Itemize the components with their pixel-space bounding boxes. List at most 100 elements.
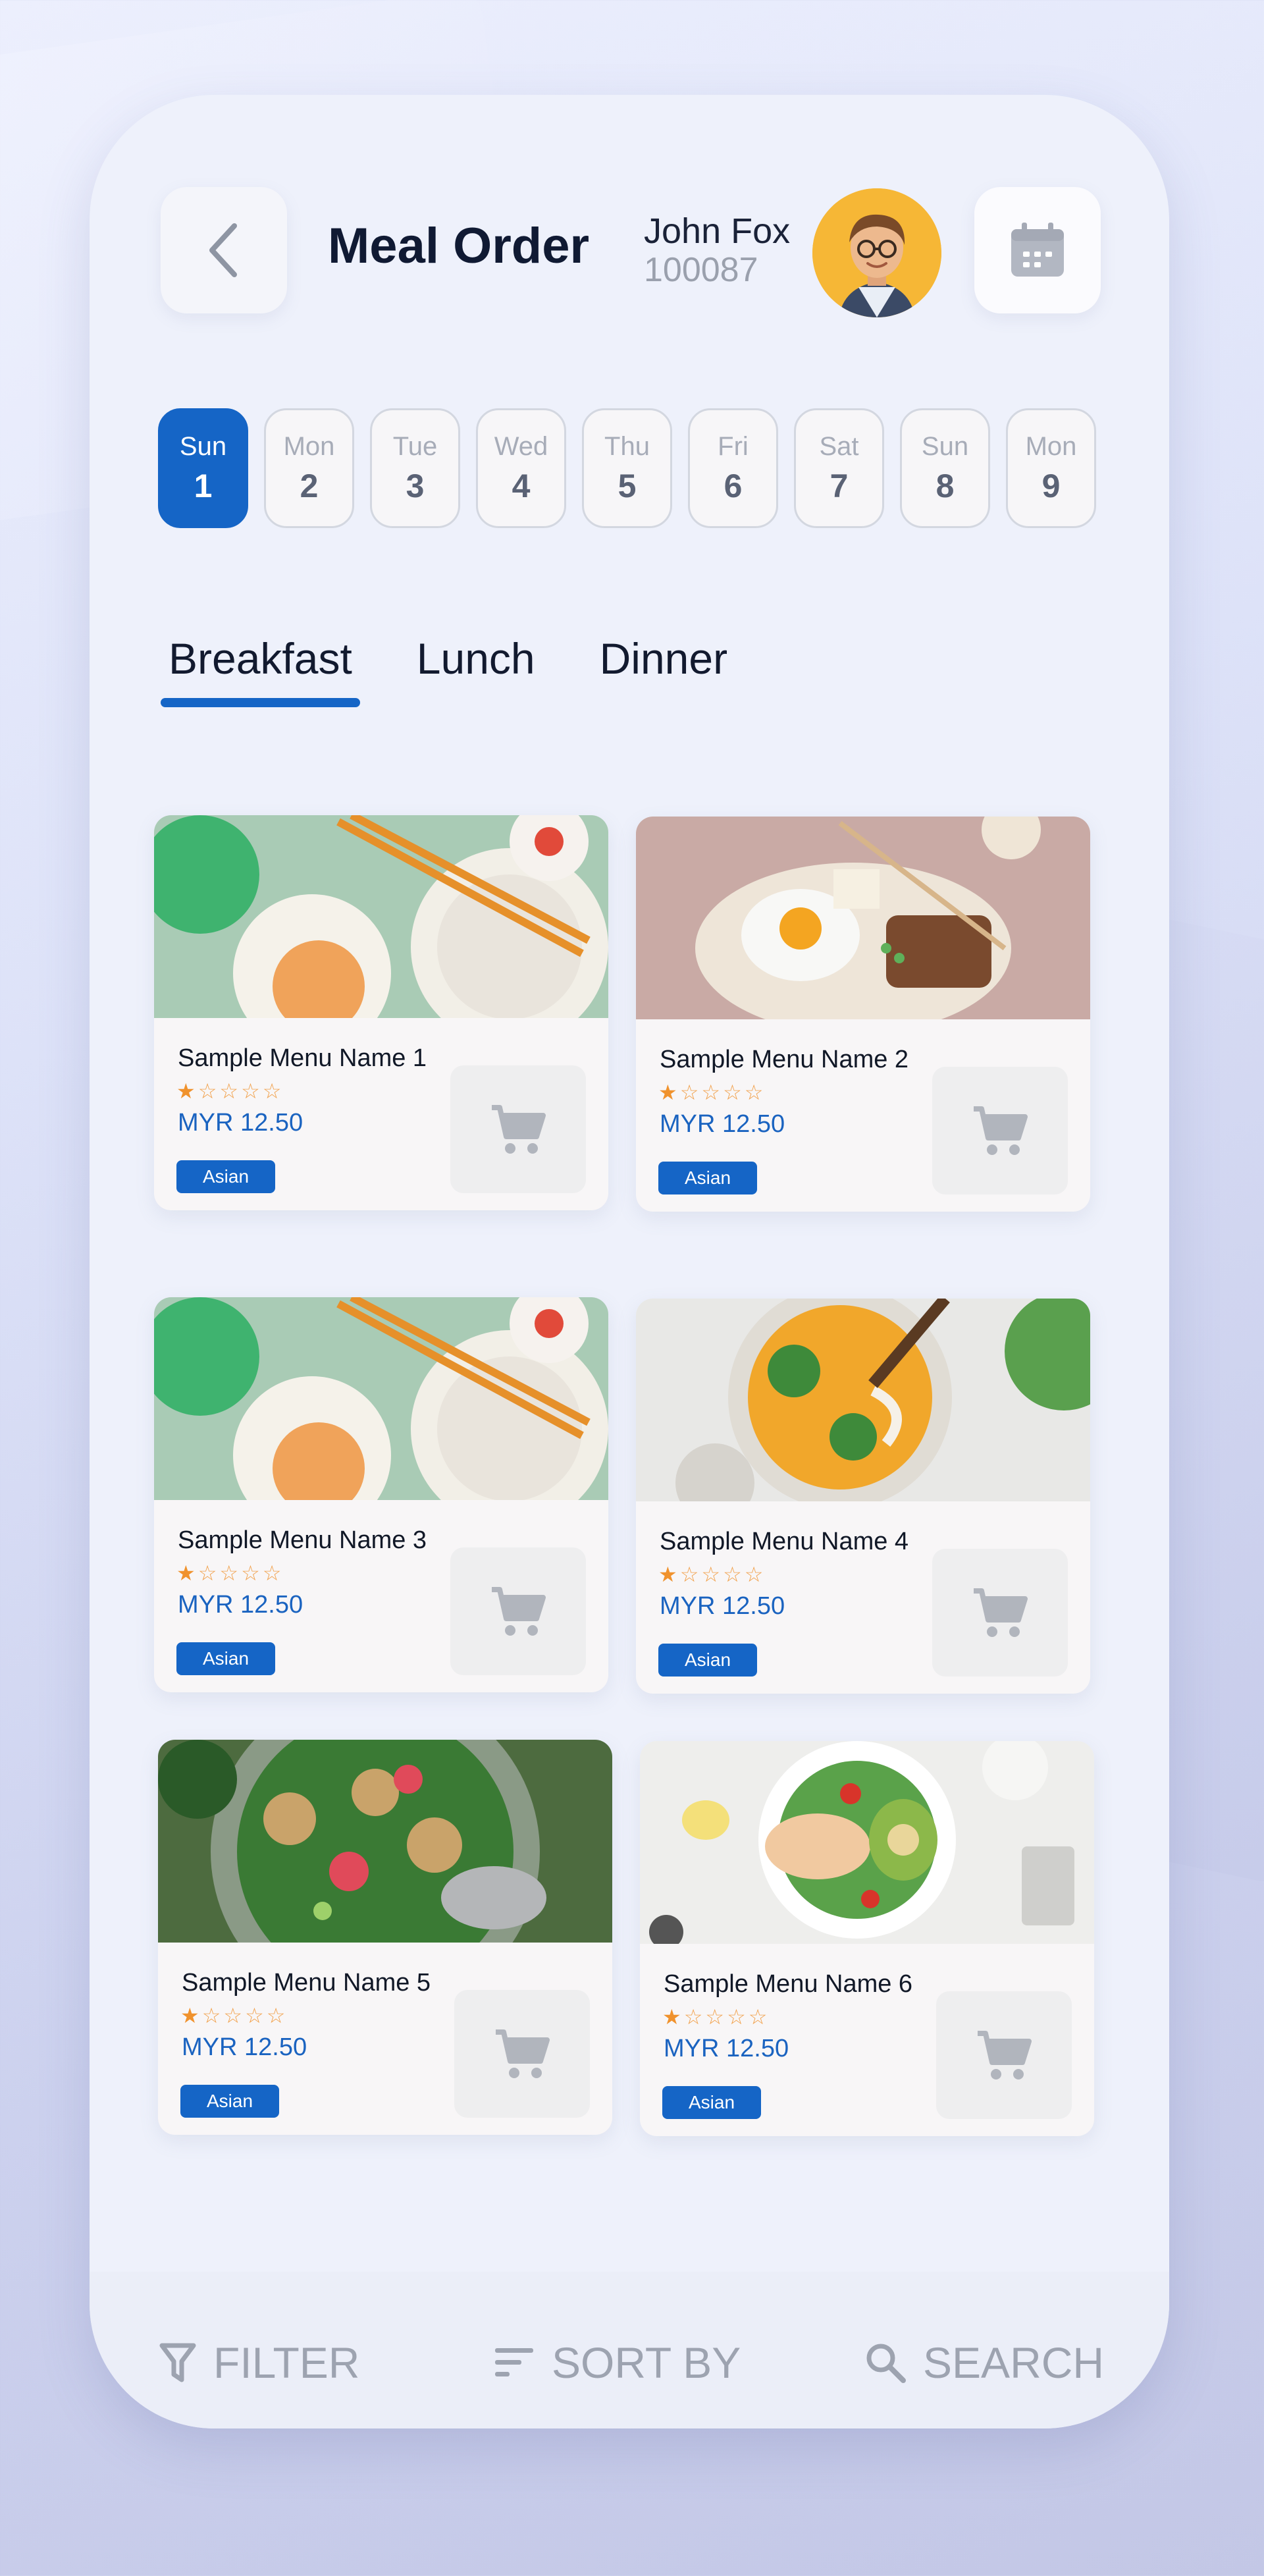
rating-stars: ★☆☆☆☆ <box>176 1079 284 1103</box>
cuisine-tag: Asian <box>176 1642 275 1675</box>
cuisine-tag: Asian <box>658 1644 757 1677</box>
shopping-cart-icon <box>978 2031 1032 2080</box>
day-name: Mon <box>283 431 335 461</box>
day-name: Tue <box>392 431 438 461</box>
menu-card[interactable]: Sample Menu Name 6 ★☆☆☆☆ MYR 12.50 Asian <box>640 1741 1094 2136</box>
day-date: 7 <box>830 467 849 504</box>
rating-stars: ★☆☆☆☆ <box>176 1561 284 1585</box>
menu-card[interactable]: Sample Menu Name 5 ★☆☆☆☆ MYR 12.50 Asian <box>158 1740 612 2135</box>
food-photo <box>636 817 1090 1019</box>
add-to-cart-button[interactable] <box>450 1547 586 1675</box>
day-date: 1 <box>194 467 213 504</box>
day-date: 5 <box>618 467 637 504</box>
day-name: Fri <box>718 431 749 461</box>
rating-stars: ★☆☆☆☆ <box>658 1563 766 1586</box>
tab-lunch[interactable]: Lunch <box>409 633 543 684</box>
filter-icon <box>159 2343 196 2382</box>
menu-card[interactable]: Sample Menu Name 3 ★☆☆☆☆ MYR 12.50 Asian <box>154 1297 608 1692</box>
menu-card[interactable]: Sample Menu Name 4 ★☆☆☆☆ MYR 12.50 Asian <box>636 1299 1090 1694</box>
day-date: 3 <box>406 467 425 504</box>
bottom-toolbar: FILTER SORT BY SEARCH <box>90 2272 1169 2428</box>
food-photo <box>154 1297 608 1500</box>
menu-item-price: MYR 12.50 <box>664 2035 789 2062</box>
shopping-cart-icon <box>492 1587 546 1636</box>
rating-stars: ★☆☆☆☆ <box>662 2005 770 2029</box>
back-button[interactable] <box>161 187 287 313</box>
add-to-cart-button[interactable] <box>932 1067 1068 1194</box>
day-selector: Sun 1 Mon 2 Tue 3 Wed 4 Thu 5 Fri 6 Sat 7 Sun 8 … <box>158 408 1096 528</box>
day-chip[interactable]: Wed 4 <box>476 408 566 528</box>
shopping-cart-icon <box>974 1588 1028 1637</box>
add-to-cart-button[interactable] <box>932 1549 1068 1677</box>
day-name: Wed <box>494 431 548 461</box>
chevron-left-icon <box>209 223 237 277</box>
day-chip[interactable]: Sun 1 <box>158 408 248 528</box>
day-date: 8 <box>935 467 955 504</box>
avatar[interactable] <box>812 188 941 317</box>
shopping-cart-icon <box>492 1105 546 1154</box>
avatar-image <box>812 188 941 317</box>
day-chip[interactable]: Thu 5 <box>582 408 672 528</box>
day-date: 2 <box>300 467 319 504</box>
menu-card[interactable]: Sample Menu Name 1 ★☆☆☆☆ MYR 12.50 Asian <box>154 815 608 1210</box>
rating-stars: ★☆☆☆☆ <box>658 1081 766 1104</box>
day-chip[interactable]: Sat 7 <box>794 408 884 528</box>
menu-item-price: MYR 12.50 <box>178 1591 303 1619</box>
menu-item-name: Sample Menu Name 1 <box>178 1044 427 1072</box>
menu-item-price: MYR 12.50 <box>182 2033 307 2061</box>
menu-item-name: Sample Menu Name 3 <box>178 1526 427 1554</box>
menu-item-price: MYR 12.50 <box>660 1110 785 1138</box>
day-chip[interactable]: Sun 8 <box>900 408 990 528</box>
day-date: 4 <box>512 467 531 504</box>
search-label: SEARCH <box>923 2338 1105 2387</box>
food-photo <box>640 1741 1094 1944</box>
food-photo <box>158 1740 612 1943</box>
meal-tabs: Breakfast Lunch Dinner <box>161 633 784 707</box>
day-name: Mon <box>1025 431 1077 461</box>
cuisine-tag: Asian <box>180 2085 279 2118</box>
filter-button[interactable]: FILTER <box>159 2338 359 2388</box>
add-to-cart-button[interactable] <box>936 1991 1072 2119</box>
filter-label: FILTER <box>213 2338 360 2387</box>
calendar-button[interactable] <box>974 187 1101 313</box>
tab-breakfast[interactable]: Breakfast <box>161 633 360 707</box>
tab-dinner[interactable]: Dinner <box>592 633 735 684</box>
calendar-icon <box>1011 223 1064 277</box>
day-name: Thu <box>604 431 650 461</box>
shopping-cart-icon <box>974 1106 1028 1155</box>
menu-item-name: Sample Menu Name 6 <box>664 1970 913 1998</box>
sort-icon <box>495 2348 533 2376</box>
menu-item-price: MYR 12.50 <box>660 1592 785 1620</box>
day-chip[interactable]: Mon 2 <box>264 408 354 528</box>
menu-card[interactable]: Sample Menu Name 2 ★☆☆☆☆ MYR 12.50 Asian <box>636 817 1090 1212</box>
day-chip[interactable]: Fri 6 <box>688 408 778 528</box>
rating-stars: ★☆☆☆☆ <box>180 2004 288 2027</box>
day-chip[interactable]: Tue 3 <box>370 408 460 528</box>
day-chip[interactable]: Mon 9 <box>1006 408 1096 528</box>
add-to-cart-button[interactable] <box>450 1065 586 1193</box>
cuisine-tag: Asian <box>176 1160 275 1193</box>
food-photo <box>154 815 608 1018</box>
shopping-cart-icon <box>496 2029 550 2078</box>
user-name: John Fox <box>644 211 791 251</box>
menu-item-name: Sample Menu Name 5 <box>182 1969 431 1997</box>
cuisine-tag: Asian <box>662 2086 761 2119</box>
cuisine-tag: Asian <box>658 1162 757 1194</box>
day-name: Sun <box>179 431 227 461</box>
day-date: 9 <box>1041 467 1061 504</box>
search-icon <box>866 2344 906 2383</box>
add-to-cart-button[interactable] <box>454 1990 590 2118</box>
food-photo <box>636 1299 1090 1501</box>
menu-item-price: MYR 12.50 <box>178 1109 303 1137</box>
user-id: 100087 <box>644 251 758 289</box>
page-title: Meal Order <box>328 218 590 274</box>
app-screen: Meal Order John Fox 100087 Sun 1 Mon 2 T… <box>90 95 1169 2428</box>
menu-item-name: Sample Menu Name 2 <box>660 1046 909 1073</box>
search-button[interactable]: SEARCH <box>865 2338 1104 2388</box>
sort-button[interactable]: SORT BY <box>494 2338 741 2388</box>
day-name: Sat <box>819 431 859 461</box>
menu-item-name: Sample Menu Name 4 <box>660 1528 909 1555</box>
day-name: Sun <box>921 431 969 461</box>
sort-label: SORT BY <box>552 2338 741 2387</box>
day-date: 6 <box>724 467 743 504</box>
